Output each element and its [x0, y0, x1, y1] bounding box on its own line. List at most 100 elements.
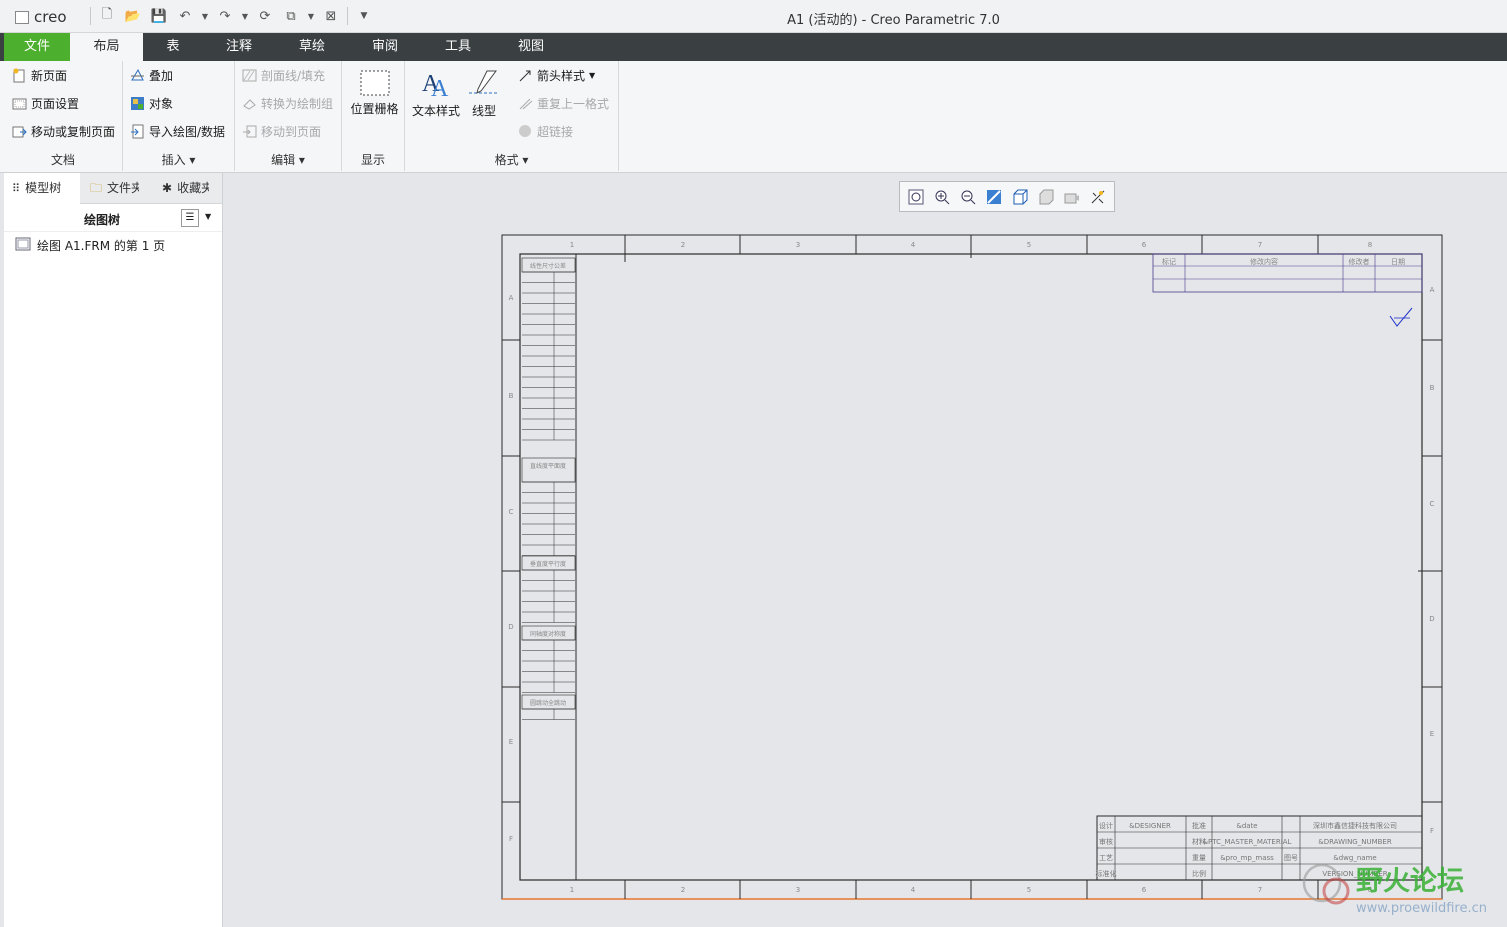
navigator-tabs: ⠿ 模型树 🗀 文件夹 ✱ 收藏夹 [4, 173, 222, 204]
convert-group-button[interactable]: 转换为绘制组 [242, 95, 333, 112]
line-style-icon [469, 70, 499, 94]
folder-label: 文件夹 [107, 181, 140, 195]
display-style-icon[interactable] [1036, 187, 1056, 207]
tab-annotate[interactable]: 注释 [205, 33, 273, 61]
inner-border [519, 253, 1423, 881]
tolerance-title: 圆跳动全跳动 [530, 699, 566, 707]
repaint-icon[interactable] [984, 187, 1004, 207]
convert-icon [242, 96, 257, 111]
zone-label-row: E [509, 738, 513, 746]
page-setup-label: 页面设置 [31, 97, 80, 111]
group-label-insert[interactable]: 插入 ▾ [123, 151, 234, 168]
window-title: A1 (活动的) - Creo Parametric 7.0 [787, 13, 1000, 28]
zone-label-col: 5 [1027, 886, 1031, 894]
model-tree-icon: ⠿ [12, 182, 21, 195]
text-style-button[interactable]: AA 文本样式 [410, 67, 462, 119]
tab-model-tree[interactable]: ⠿ 模型树 [4, 173, 80, 204]
title-block-text: 设计 [1099, 821, 1113, 830]
position-grid-label: 位置栅格 [350, 102, 399, 116]
tab-favorites[interactable]: ✱ 收藏夹 [154, 173, 222, 204]
tab-review[interactable]: 审阅 [351, 33, 419, 61]
chevron-down-icon[interactable]: ▼ [205, 212, 211, 221]
title-block-text: 深圳市鑫信捷科技有限公司 [1313, 821, 1397, 830]
forum-watermark: 野火论坛 www.proewildfire.cn [1296, 857, 1507, 921]
line-style-button[interactable]: 线型 [463, 67, 505, 119]
saved-views-icon[interactable] [1010, 187, 1030, 207]
zone-label-row: A [1430, 286, 1435, 294]
zone-label-row: D [508, 623, 513, 631]
zone-label-row: B [1430, 384, 1435, 392]
folder-icon: 🗀 [90, 181, 103, 195]
repeat-format-label: 重复上一格式 [537, 97, 610, 111]
new-page-button[interactable]: 新页面 [12, 67, 67, 84]
object-icon [130, 96, 145, 111]
arrow-style-button[interactable]: 箭头样式 ▼ [518, 67, 595, 84]
model-tree-label: 模型树 [25, 181, 62, 195]
roughness-check [1389, 307, 1413, 327]
chevron-down-icon: ▼ [589, 71, 596, 80]
grid-icon [360, 70, 389, 96]
watermark-title: 野火论坛 [1356, 866, 1464, 897]
section-fill-button[interactable]: 剖面线/填充 [242, 67, 325, 84]
annotation-display-icon[interactable] [1088, 187, 1108, 207]
tab-view[interactable]: 视图 [497, 33, 565, 61]
tolerance-title: 直线度平面度 [530, 462, 566, 470]
title-block-text: &PTC_MASTER_MATERIAL [1203, 838, 1292, 846]
move-to-page-button[interactable]: 移动到页面 [242, 123, 321, 140]
overlay-button[interactable]: 叠加 [130, 67, 173, 84]
tab-tools[interactable]: 工具 [424, 33, 492, 61]
tree-item-sheet[interactable]: 绘图 A1.FRM 的第 1 页 [15, 237, 165, 254]
zone-label-col: 8 [1368, 241, 1372, 249]
move-copy-label: 移动或复制页面 [31, 125, 116, 139]
hyperlink-button[interactable]: 超链接 [518, 123, 573, 140]
group-label-format[interactable]: 格式 ▾ [405, 151, 618, 168]
zone-label-col: 2 [681, 241, 685, 249]
zone-label-row: C [1430, 500, 1435, 508]
repeat-format-icon [518, 96, 533, 111]
title-block-text: 审核 [1099, 837, 1113, 846]
page-setup-button[interactable]: 页面设置 [12, 95, 79, 112]
title-block-text: 批准 [1192, 821, 1206, 830]
tab-sketch[interactable]: 草绘 [278, 33, 346, 61]
tab-layout[interactable]: 布局 [70, 33, 143, 61]
position-grid-button[interactable]: 位置栅格 [347, 69, 402, 117]
title-bar: creo 🗋 📂 💾 ↶ ▼ ↷ ▼ ⟳ ⧉ ▼ ⊠ ▼ A1 (活动的) - … [0, 0, 1507, 33]
svg-text:A: A [431, 76, 449, 99]
hyperlink-icon [518, 124, 533, 139]
import-drawing-button[interactable]: 导入绘图/数据 [130, 123, 225, 140]
repeat-format-button[interactable]: 重复上一格式 [518, 95, 609, 112]
zone-label-col: 5 [1027, 241, 1031, 249]
import-icon [130, 124, 145, 139]
layers-icon[interactable] [1062, 187, 1082, 207]
group-edit: 剖面线/填充 转换为绘制组 移动到页面 编辑 ▾ [235, 61, 342, 171]
group-label-display: 显示 [360, 153, 385, 167]
favorites-label: 收藏夹 [177, 181, 210, 195]
zoom-in-icon[interactable] [932, 187, 952, 207]
refit-icon[interactable] [906, 187, 926, 207]
tab-table[interactable]: 表 [143, 33, 203, 61]
revision-header: 日期 [1391, 258, 1405, 266]
object-button[interactable]: 对象 [130, 95, 173, 112]
zone-label-row: C [509, 508, 514, 516]
zone-label-col: 2 [681, 886, 685, 894]
drawing-sheet[interactable]: 1122334455667788AABBCCDDEEFF 线性尺寸公差 直线度平面… [500, 234, 1445, 905]
title-block-text: &pro_mp_mass [1220, 854, 1274, 862]
tree-header: 绘图树 ☰ ▼ [4, 204, 222, 232]
tree-settings-icon[interactable]: ☰ [181, 209, 199, 227]
line-style-label: 线型 [471, 104, 496, 118]
zone-label-col: 4 [911, 241, 916, 249]
new-page-icon [12, 68, 27, 83]
move-copy-page-button[interactable]: 移动或复制页面 [12, 123, 115, 140]
ribbon: 新页面 页面设置 移动或复制页面 文档 叠加 对象 导入绘图/数据 插入 ▾ 剖… [0, 61, 1507, 173]
tolerance-title: 同轴度对称度 [530, 630, 566, 638]
zoom-out-icon[interactable] [958, 187, 978, 207]
zone-label-row: F [1430, 827, 1434, 835]
graphics-toolbar [899, 181, 1115, 212]
move-page-icon [12, 124, 27, 139]
tab-folder-browser[interactable]: 🗀 文件夹 [82, 173, 152, 204]
hatch-icon [242, 68, 257, 83]
tab-file[interactable]: 文件 [4, 33, 70, 61]
group-label-edit[interactable]: 编辑 ▾ [235, 151, 341, 168]
revision-header: 修改者 [1349, 257, 1370, 266]
import-label: 导入绘图/数据 [149, 125, 226, 139]
